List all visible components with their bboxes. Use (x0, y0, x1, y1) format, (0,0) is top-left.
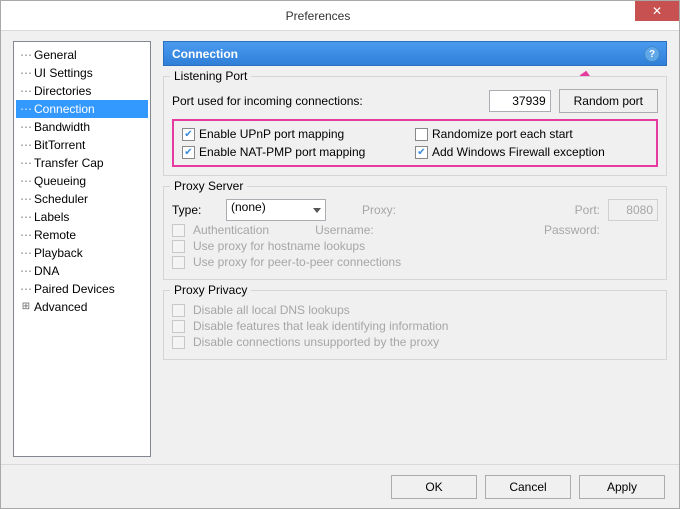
cancel-button[interactable]: Cancel (485, 475, 571, 499)
tree-item-label: Paired Devices (34, 281, 115, 297)
firewall-checkbox-wrap[interactable]: ✔ Add Windows Firewall exception (415, 145, 648, 159)
tree-bullet-icon: ⋯ (20, 137, 32, 153)
tree-item-label: UI Settings (34, 65, 93, 81)
apply-button[interactable]: Apply (579, 475, 665, 499)
panel-header: Connection ? (163, 41, 667, 66)
expander-icon[interactable]: ⊞ (20, 301, 32, 313)
tree-item-label: Labels (34, 209, 69, 225)
proxy-host-label: Proxy: (362, 203, 396, 217)
tree-item-label: General (34, 47, 77, 63)
tree-item-label: Queueing (34, 173, 86, 189)
auth-checkbox (172, 224, 185, 237)
auth-label: Authentication (193, 223, 269, 237)
tree-item-advanced[interactable]: ⊞Advanced (16, 298, 148, 316)
tree-item-bandwidth[interactable]: ⋯Bandwidth (16, 118, 148, 136)
tree-item-connection[interactable]: ⋯Connection (16, 100, 148, 118)
tree-item-directories[interactable]: ⋯Directories (16, 82, 148, 100)
dialog-footer: OK Cancel Apply (1, 464, 679, 508)
dns-checkbox (172, 304, 185, 317)
tree-item-label: Advanced (34, 299, 87, 315)
proxy-port-input (608, 199, 658, 221)
port-input[interactable] (489, 90, 551, 112)
proxy-p2p-checkbox (172, 256, 185, 269)
tree-bullet-icon: ⋯ (20, 65, 32, 81)
close-button[interactable]: ✕ (635, 1, 679, 21)
tree-bullet-icon: ⋯ (20, 173, 32, 189)
proxy-server-group: Proxy Server Type: (none) Proxy: Port: A… (163, 186, 667, 280)
tree-item-label: Transfer Cap (34, 155, 104, 171)
tree-bullet-icon: ⋯ (20, 155, 32, 171)
tree-bullet-icon: ⋯ (20, 191, 32, 207)
tree-item-paired-devices[interactable]: ⋯Paired Devices (16, 280, 148, 298)
tree-item-bittorrent[interactable]: ⋯BitTorrent (16, 136, 148, 154)
tree-bullet-icon: ⋯ (20, 83, 32, 99)
randomize-checkbox-wrap[interactable]: Randomize port each start (415, 127, 648, 141)
titlebar: Preferences ✕ (1, 1, 679, 31)
tree-bullet-icon: ⋯ (20, 101, 32, 117)
upnp-checkbox[interactable]: ✔ (182, 128, 195, 141)
firewall-checkbox[interactable]: ✔ (415, 146, 428, 159)
tree-item-dna[interactable]: ⋯DNA (16, 262, 148, 280)
proxy-privacy-title: Proxy Privacy (170, 283, 251, 297)
proxy-port-label: Port: (575, 203, 600, 217)
firewall-label: Add Windows Firewall exception (432, 145, 605, 159)
password-label: Password: (544, 223, 600, 237)
proxy-server-title: Proxy Server (170, 179, 247, 193)
highlighted-checkbox-area: ✔ Enable UPnP port mapping Randomize por… (172, 119, 658, 167)
tree-bullet-icon: ⋯ (20, 227, 32, 243)
randomize-checkbox[interactable] (415, 128, 428, 141)
tree-item-label: Connection (34, 101, 95, 117)
tree-item-label: Scheduler (34, 191, 88, 207)
proxy-type-select[interactable]: (none) (226, 199, 326, 221)
listening-port-group: Listening Port Port used for incoming co… (163, 76, 667, 176)
dns-label: Disable all local DNS lookups (193, 303, 350, 317)
window-title: Preferences (1, 9, 635, 23)
natpmp-checkbox-wrap[interactable]: ✔ Enable NAT-PMP port mapping (182, 145, 415, 159)
natpmp-checkbox[interactable]: ✔ (182, 146, 195, 159)
tree-bullet-icon: ⋯ (20, 209, 32, 225)
tree-bullet-icon: ⋯ (20, 263, 32, 279)
leak-label: Disable features that leak identifying i… (193, 319, 448, 333)
tree-item-label: DNA (34, 263, 59, 279)
tree-item-scheduler[interactable]: ⋯Scheduler (16, 190, 148, 208)
leak-checkbox (172, 320, 185, 333)
listening-port-title: Listening Port (170, 69, 251, 83)
tree-item-label: Playback (34, 245, 83, 261)
tree-item-labels[interactable]: ⋯Labels (16, 208, 148, 226)
tree-bullet-icon: ⋯ (20, 281, 32, 297)
ok-button[interactable]: OK (391, 475, 477, 499)
unsupported-checkbox (172, 336, 185, 349)
category-tree[interactable]: ⋯General⋯UI Settings⋯Directories⋯Connect… (13, 41, 151, 457)
port-label: Port used for incoming connections: (172, 94, 363, 108)
tree-item-playback[interactable]: ⋯Playback (16, 244, 148, 262)
proxy-p2p-label: Use proxy for peer-to-peer connections (193, 255, 401, 269)
tree-bullet-icon: ⋯ (20, 119, 32, 135)
proxy-hostname-label: Use proxy for hostname lookups (193, 239, 365, 253)
randomize-label: Randomize port each start (432, 127, 573, 141)
tree-item-transfer-cap[interactable]: ⋯Transfer Cap (16, 154, 148, 172)
panel-title: Connection (172, 47, 238, 61)
tree-item-remote[interactable]: ⋯Remote (16, 226, 148, 244)
tree-item-label: Remote (34, 227, 76, 243)
tree-bullet-icon: ⋯ (20, 47, 32, 63)
username-label: Username: (315, 223, 374, 237)
tree-item-general[interactable]: ⋯General (16, 46, 148, 64)
proxy-hostname-checkbox (172, 240, 185, 253)
preferences-window: Preferences ✕ ⋯General⋯UI Settings⋯Direc… (0, 0, 680, 509)
proxy-privacy-group: Proxy Privacy Disable all local DNS look… (163, 290, 667, 360)
proxy-type-label: Type: (172, 203, 218, 217)
help-icon[interactable]: ? (644, 46, 660, 62)
close-icon: ✕ (652, 4, 662, 18)
random-port-button[interactable]: Random port (559, 89, 658, 113)
tree-bullet-icon: ⋯ (20, 245, 32, 261)
tree-item-label: BitTorrent (34, 137, 85, 153)
tree-item-label: Bandwidth (34, 119, 90, 135)
unsupported-label: Disable connections unsupported by the p… (193, 335, 439, 349)
tree-item-queueing[interactable]: ⋯Queueing (16, 172, 148, 190)
tree-item-ui-settings[interactable]: ⋯UI Settings (16, 64, 148, 82)
upnp-label: Enable UPnP port mapping (199, 127, 344, 141)
upnp-checkbox-wrap[interactable]: ✔ Enable UPnP port mapping (182, 127, 415, 141)
tree-item-label: Directories (34, 83, 91, 99)
natpmp-label: Enable NAT-PMP port mapping (199, 145, 365, 159)
